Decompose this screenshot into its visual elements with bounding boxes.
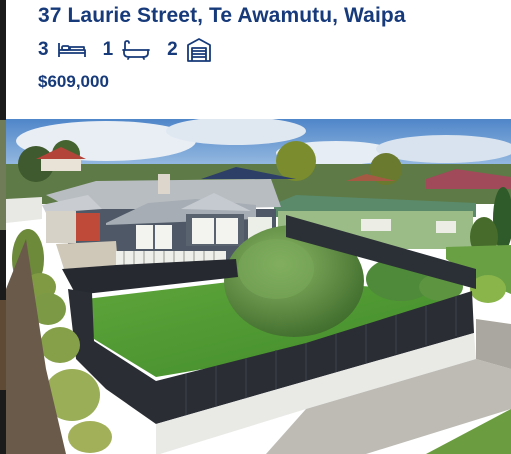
- bed-icon: [57, 41, 87, 59]
- bathrooms-feature: 1: [103, 39, 152, 61]
- garages-feature: 2: [167, 37, 212, 63]
- listing-photo[interactable]: [6, 119, 511, 454]
- bath-icon: [121, 40, 151, 60]
- listing-price: $609,000: [38, 72, 109, 91]
- garage-icon: [186, 37, 212, 63]
- bedrooms-feature: 3: [38, 39, 87, 61]
- bathroom-count: 1: [102, 39, 114, 60]
- bedroom-count: 3: [38, 39, 49, 60]
- listing-card-header[interactable]: 37 Laurie Street, Te Awamutu, Waipa 3 1: [6, 0, 511, 119]
- listing-features: 3 1 2: [38, 36, 228, 64]
- listing-address[interactable]: 37 Laurie Street, Te Awamutu, Waipa: [38, 4, 406, 28]
- garage-count: 2: [167, 39, 178, 60]
